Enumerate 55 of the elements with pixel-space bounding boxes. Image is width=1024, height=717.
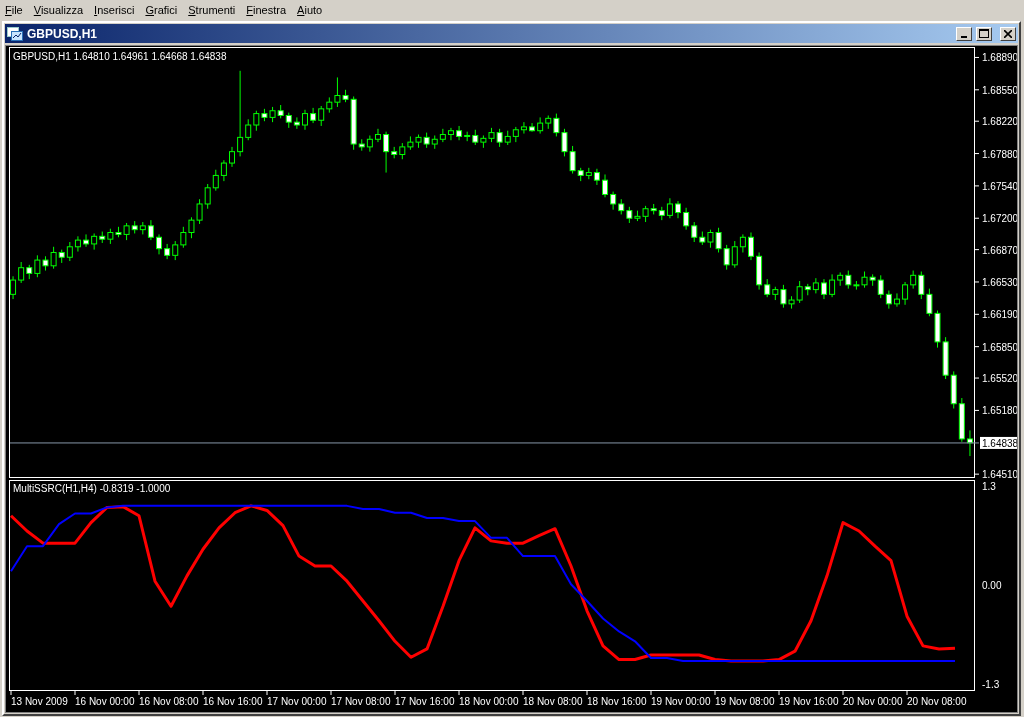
time-label: 18 Nov 00:00 [459,696,519,707]
price-label: 1.66870 [982,244,1017,256]
price-label: 1.65180 [982,405,1017,417]
menu-item[interactable]: Aiuto [293,2,330,18]
price-label: 1.68220 [982,116,1017,128]
price-label: 1.65520 [982,373,1017,385]
menu-item[interactable]: Strumenti [184,2,243,18]
candle [675,200,681,219]
close-button[interactable] [1000,26,1016,41]
candle [229,146,235,168]
menu-item[interactable]: File [1,2,30,18]
indicator-legend: MultiSSRC(H1,H4) -0.8319 -1.0000 [13,483,171,494]
time-label: 17 Nov 08:00 [331,696,391,707]
chart-legend: GBPUSD,H1 1.64810 1.64961 1.64668 1.64838 [13,51,227,62]
window-title: GBPUSD,H1 [27,25,98,43]
price-label: 1.68890 [982,52,1017,64]
price-label: 1.67200 [982,213,1017,225]
price-label: 1.67880 [982,148,1017,160]
time-label: 16 Nov 00:00 [75,696,135,707]
minimize-button[interactable] [956,26,972,41]
price-label: 1.64510 [982,469,1017,478]
candle [302,109,308,131]
minimize-icon [961,35,967,38]
time-label: 18 Nov 16:00 [587,696,647,707]
price-label: 1.65850 [982,341,1017,353]
price-label: 1.66190 [982,309,1017,321]
time-label: 13 Nov 2009 [11,696,68,707]
time-label: 19 Nov 16:00 [779,696,839,707]
time-label: 16 Nov 16:00 [203,696,263,707]
chart-window-icon [7,26,23,41]
time-label: 19 Nov 00:00 [651,696,711,707]
time-label: 17 Nov 16:00 [395,696,455,707]
time-label: 16 Nov 08:00 [139,696,199,707]
candle [821,278,827,300]
price-label: 1.68550 [982,84,1017,96]
time-label: 20 Nov 08:00 [907,696,967,707]
candle [156,233,162,255]
price-label: 1.67540 [982,180,1017,192]
scale-label: 0.00 [982,580,1002,591]
maximize-button[interactable] [976,26,992,41]
time-label: 19 Nov 08:00 [715,696,775,707]
scale-label: 1.3 [982,481,996,493]
maximize-icon [979,29,989,38]
time-label: 18 Nov 08:00 [523,696,583,707]
scale-label: -1.3 [982,678,1000,690]
menu-item[interactable]: Inserisci [90,2,142,18]
candle [748,232,754,261]
menu-item[interactable]: Visualizza [29,2,91,18]
time-label: 17 Nov 00:00 [267,696,327,707]
close-icon [1004,29,1012,38]
time-label: 20 Nov 00:00 [843,696,903,707]
menu-item[interactable]: Finestra [242,2,294,18]
price-label: 1.66530 [982,277,1017,288]
menu-item[interactable]: Grafici [141,2,185,18]
current-price-tag: 1.64838 [980,436,1017,449]
